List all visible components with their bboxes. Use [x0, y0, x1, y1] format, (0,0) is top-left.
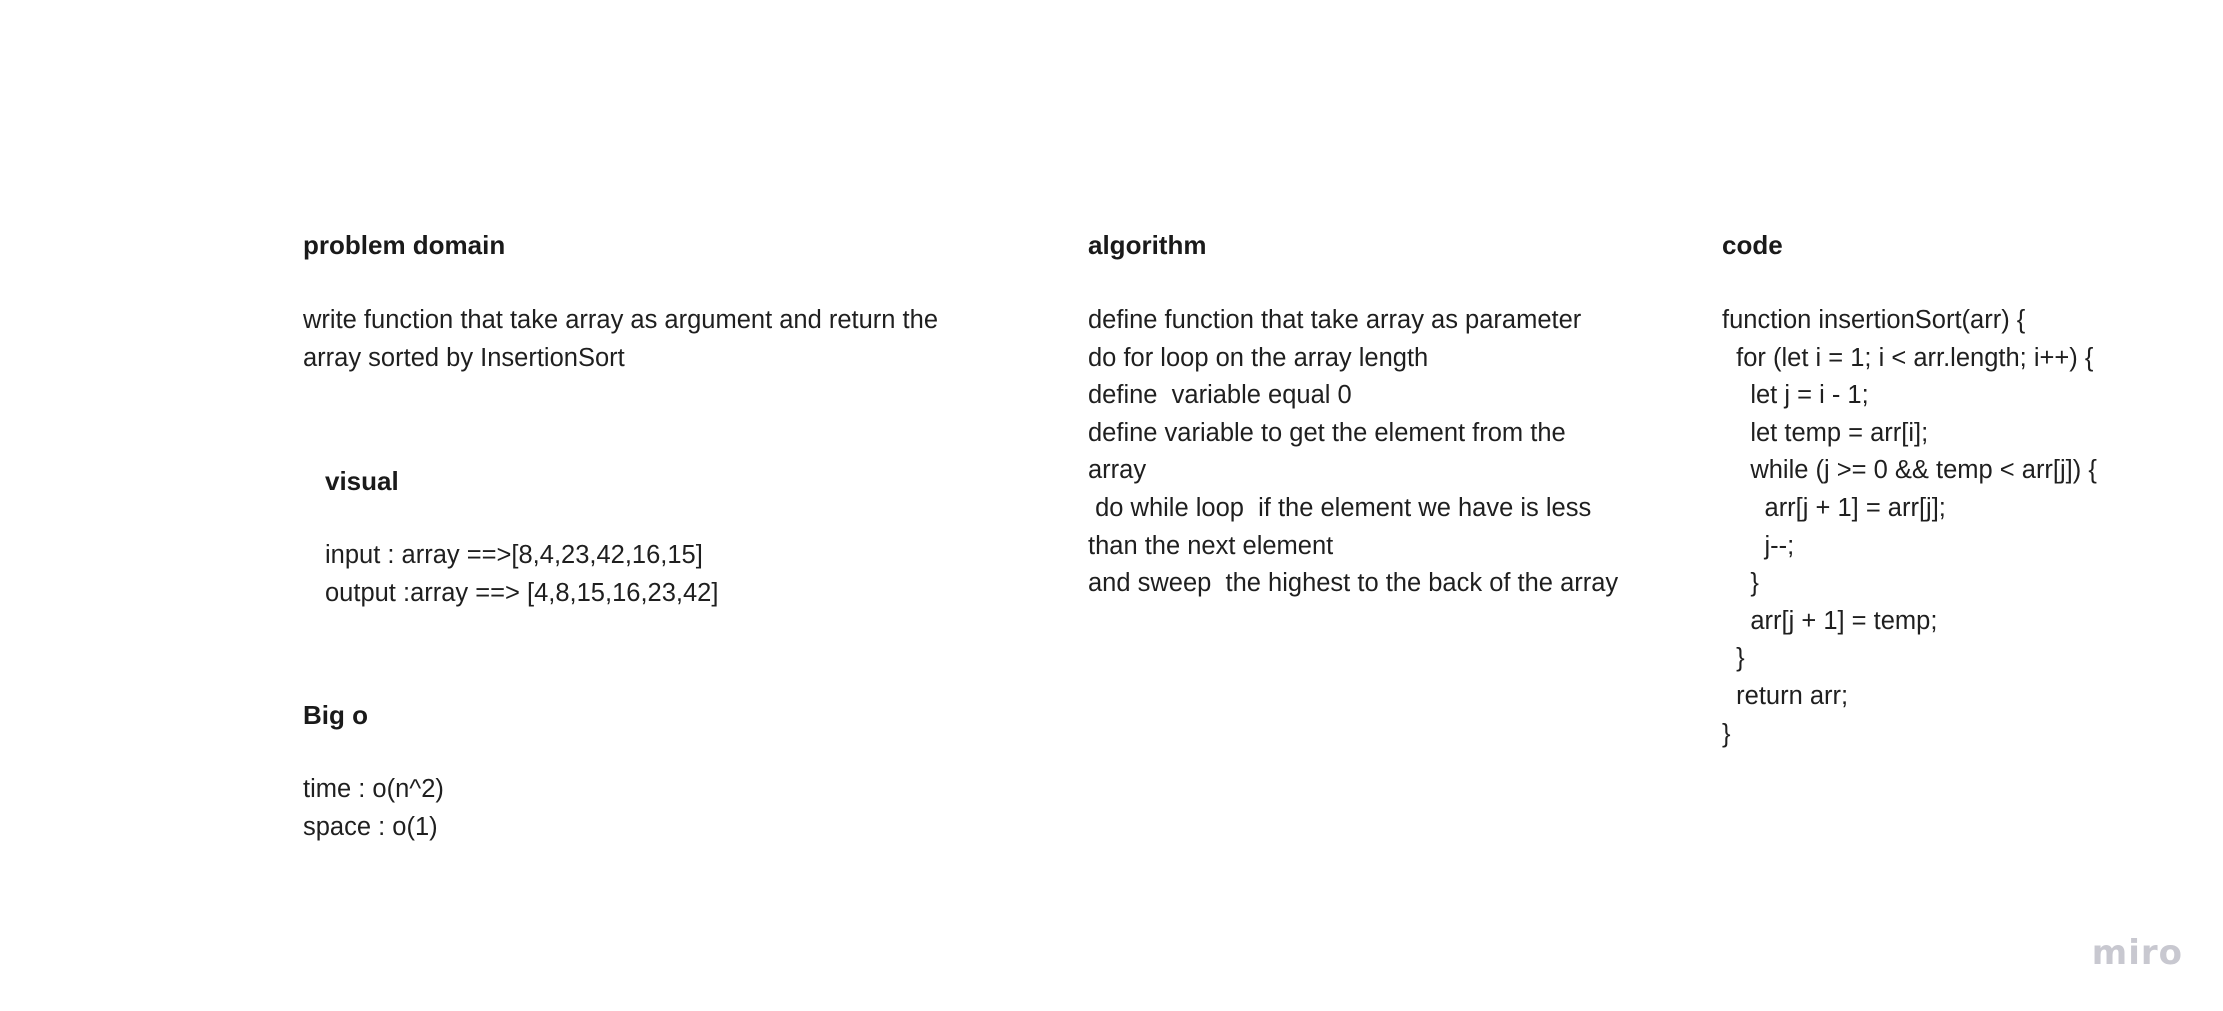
visual-output-line: output :array ==> [4,8,15,16,23,42]: [325, 578, 719, 607]
algorithm-line: than the next element: [1088, 531, 1334, 560]
problem-domain-line: write function that take array as argume…: [303, 306, 939, 334]
code-line: return arr;: [1722, 681, 1849, 710]
code-line: }: [1722, 569, 1759, 598]
code-line: while (j >= 0 && temp < arr[j]) {: [1722, 456, 2097, 485]
algorithm-line: do for loop on the array length: [1088, 343, 1429, 372]
visual-heading: visual: [325, 466, 399, 496]
algorithm-line: define variable to get the element from …: [1088, 418, 1566, 447]
big-o-text: time : o(n^2) space : o(1): [303, 771, 444, 846]
big-o-time-line: time : o(n^2): [303, 775, 444, 803]
algorithm-heading: algorithm: [1088, 230, 1207, 260]
code-line: }: [1722, 644, 1745, 673]
algorithm-text: define function that take array as param…: [1088, 302, 1688, 603]
code-line: let j = i - 1;: [1722, 381, 1869, 410]
visual-text: input : array ==>[8,4,23,42,16,15] outpu…: [325, 537, 718, 612]
code-block: function insertionSort(arr) { for (let i…: [1722, 302, 2097, 753]
miro-logo: miro: [2091, 933, 2183, 973]
visual-input-line: input : array ==>[8,4,23,42,16,15]: [325, 541, 703, 569]
code-line: function insertionSort(arr) {: [1722, 306, 2026, 334]
code-line: arr[j + 1] = arr[j];: [1722, 493, 1946, 522]
problem-domain-text: write function that take array as argume…: [303, 302, 938, 377]
code-line: for (let i = 1; i < arr.length; i++) {: [1722, 343, 2094, 372]
algorithm-line: and sweep the highest to the back of the…: [1088, 569, 1619, 598]
code-line: j--;: [1722, 531, 1795, 560]
algorithm-line: define function that take array as param…: [1088, 306, 1582, 334]
algorithm-line: do while loop if the element we have is …: [1088, 493, 1592, 522]
problem-domain-heading: problem domain: [303, 230, 506, 260]
big-o-space-line: space : o(1): [303, 812, 438, 841]
code-line: }: [1722, 719, 1731, 748]
algorithm-line: define variable equal 0: [1088, 381, 1352, 410]
problem-domain-line: array sorted by InsertionSort: [303, 343, 625, 372]
big-o-heading: Big o: [303, 700, 368, 730]
code-line: let temp = arr[i];: [1722, 418, 1929, 447]
code-heading: code: [1722, 230, 1783, 260]
code-line: arr[j + 1] = temp;: [1722, 606, 1938, 635]
algorithm-line: array: [1088, 456, 1147, 485]
whiteboard-canvas[interactable]: problem domain write function that take …: [0, 0, 2223, 1011]
